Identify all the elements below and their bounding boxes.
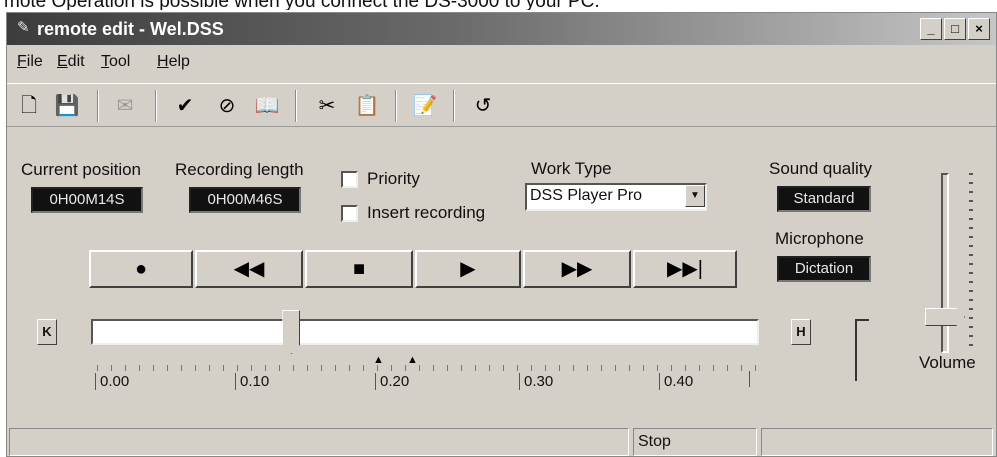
- page-caption: mote Operation is possible when you conn…: [0, 0, 997, 10]
- current-position-label: Current position: [21, 160, 142, 179]
- recording-length-display: 0H00M46S: [189, 187, 301, 213]
- sound-quality-label: Sound quality: [769, 159, 873, 178]
- volume-label: Volume: [919, 353, 976, 372]
- title-bar[interactable]: ✎ remote edit - Wel.DSS _ □ ×: [7, 13, 996, 45]
- tick-label: 0.20: [375, 373, 409, 390]
- pen-icon: ✎: [17, 19, 30, 36]
- priority-checkbox[interactable]: [341, 171, 358, 188]
- status-bar: Stop: [7, 426, 996, 456]
- insert-recording-checkbox[interactable]: [341, 205, 358, 222]
- work-type-select[interactable]: DSS Player Pro ▼: [525, 183, 707, 211]
- remote-edit-window: ✎ remote edit - Wel.DSS _ □ × File Edit …: [6, 12, 997, 457]
- menu-file-rest: ile: [26, 53, 43, 70]
- fast-forward-button[interactable]: ▶▶: [523, 250, 631, 288]
- window-title: remote edit - Wel.DSS: [37, 19, 224, 39]
- new-file-icon[interactable]: 🗋: [15, 92, 43, 120]
- volume-slider-track[interactable]: [941, 173, 949, 353]
- volume-slider-thumb[interactable]: [925, 308, 965, 326]
- toolbar-separator: [453, 90, 455, 122]
- next-button[interactable]: ▶▶|: [633, 250, 737, 288]
- maximize-button[interactable]: □: [944, 18, 966, 40]
- menu-help[interactable]: Help: [157, 53, 190, 71]
- check-icon[interactable]: ✔: [171, 92, 199, 120]
- menu-edit-mnemonic: E: [57, 53, 68, 70]
- work-type-value: DSS Player Pro: [530, 187, 643, 204]
- toolbar-separator: [97, 90, 99, 122]
- toolbar-separator: [295, 90, 297, 122]
- position-slider-thumb[interactable]: [282, 310, 301, 354]
- close-button[interactable]: ×: [968, 18, 990, 40]
- status-panel-extra: [761, 428, 993, 456]
- save-icon[interactable]: 💾: [53, 92, 81, 120]
- menu-tool-mnemonic: T: [101, 53, 109, 70]
- tick-label: 0.40: [659, 373, 693, 390]
- mail-icon[interactable]: ✉: [111, 92, 139, 120]
- start-marker-button[interactable]: K: [37, 319, 57, 345]
- cut-icon[interactable]: ✂: [313, 92, 341, 120]
- microphone-display: Dictation: [777, 256, 871, 282]
- paste-icon[interactable]: 📋: [353, 92, 381, 120]
- sound-quality-display: Standard: [777, 186, 871, 212]
- volume-ticks: [969, 173, 973, 353]
- position-slider-track[interactable]: [91, 319, 759, 345]
- recording-length-label: Recording length: [175, 160, 304, 179]
- status-panel-main: [9, 428, 629, 456]
- minimize-button[interactable]: _: [920, 18, 942, 40]
- stop-button[interactable]: ■: [305, 250, 413, 288]
- undo-icon[interactable]: ↺: [469, 92, 497, 120]
- menu-help-mnemonic: H: [157, 53, 169, 70]
- current-position-display: 0H00M14S: [31, 187, 143, 213]
- menu-bar: File Edit Tool Help: [7, 47, 996, 75]
- tick-label: 0.00: [95, 373, 129, 390]
- dropdown-arrow-icon[interactable]: ▼: [685, 185, 705, 207]
- menu-tool[interactable]: Tool: [101, 53, 130, 71]
- finish-icon[interactable]: ⊘: [213, 92, 241, 120]
- tick-label: 0.10: [235, 373, 269, 390]
- menu-file-mnemonic: F: [17, 53, 27, 70]
- index-mark-icon: ▲: [373, 354, 384, 366]
- work-type-label: Work Type: [531, 159, 612, 178]
- status-panel-state: Stop: [633, 428, 757, 456]
- play-button[interactable]: ▶: [415, 250, 521, 288]
- book-icon[interactable]: 📖: [253, 92, 281, 120]
- toolbar-separator: [395, 90, 397, 122]
- menu-edit-rest: dit: [67, 53, 85, 70]
- properties-icon[interactable]: 📝: [411, 92, 439, 120]
- tick-label: 0.30: [519, 373, 553, 390]
- rewind-button[interactable]: ◀◀: [195, 250, 303, 288]
- record-button[interactable]: ●: [89, 250, 193, 288]
- menu-edit[interactable]: Edit: [57, 53, 85, 71]
- toolbar-separator: [155, 90, 157, 122]
- priority-label[interactable]: Priority: [367, 169, 420, 188]
- microphone-label: Microphone: [775, 229, 864, 248]
- toolbar: 🗋 💾 ✉ ✔ ⊘ 📖 ✂ 📋 📝 ↺: [7, 83, 996, 127]
- end-marker-button[interactable]: H: [791, 319, 811, 345]
- timeline-minor-ticks: [97, 365, 757, 371]
- index-mark-icon: ▲: [407, 354, 418, 366]
- timeline-end-tick: [749, 371, 750, 387]
- menu-file[interactable]: File: [17, 53, 43, 71]
- insert-recording-label[interactable]: Insert recording: [367, 203, 485, 222]
- menu-tool-rest: ool: [109, 53, 131, 70]
- menu-help-rest: elp: [168, 53, 190, 70]
- level-indicator: [855, 319, 869, 381]
